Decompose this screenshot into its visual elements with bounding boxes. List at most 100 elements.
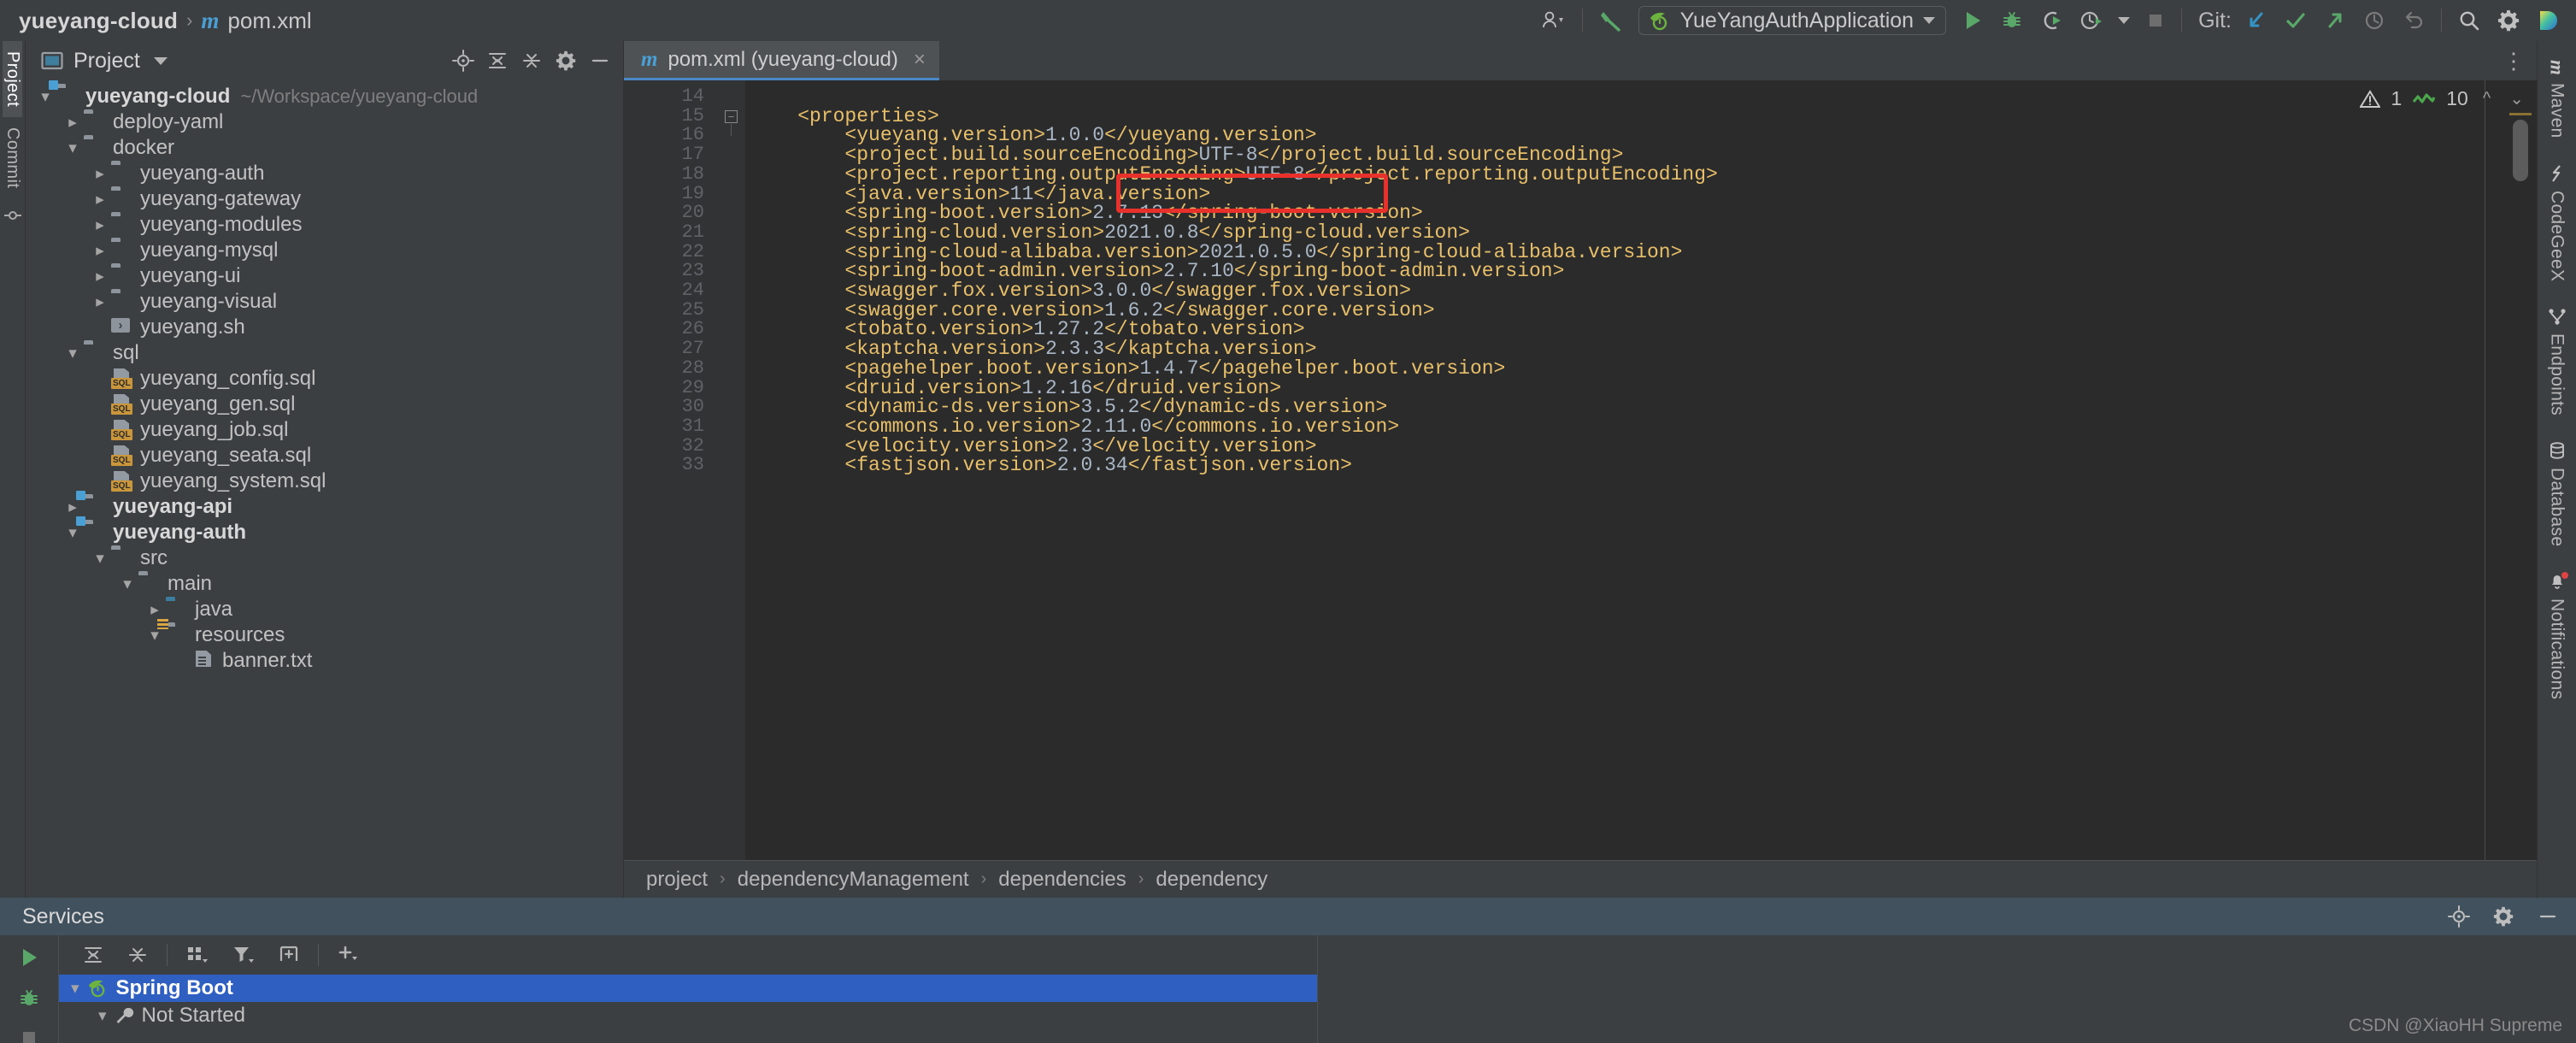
project-file-tree[interactable]: ▾ yueyang-cloud ~/Workspace/yueyang-cloud ▸… — [26, 80, 623, 898]
chevron-right-icon[interactable]: ▸ — [144, 602, 166, 618]
fold-collapse-icon[interactable]: − — [725, 109, 738, 123]
sidebar-item-maven[interactable]: m Maven — [2544, 48, 2570, 150]
chevron-down-icon[interactable]: ▾ — [62, 140, 84, 156]
code-line[interactable]: <swagger.fox.version>3.0.0</swagger.fox.… — [750, 281, 1411, 301]
hide-panel-button[interactable] — [589, 50, 611, 72]
chevron-right-icon[interactable]: ▸ — [62, 115, 84, 131]
chevron-right-icon[interactable]: ▸ — [89, 243, 111, 259]
tree-row[interactable]: SQL yueyang_system.sql — [26, 468, 623, 494]
chevron-right-icon[interactable]: ▸ — [89, 217, 111, 233]
tree-row[interactable]: ▸ java — [26, 597, 623, 622]
profiler-button[interactable] — [2071, 0, 2110, 41]
tree-row[interactable]: ▸ yueyang-api — [26, 491, 623, 520]
code-line[interactable]: <project.build.sourceEncoding>UTF-8</pro… — [750, 145, 1623, 165]
chevron-down-icon[interactable]: ▾ — [89, 551, 111, 567]
services-debug-button[interactable] — [17, 987, 41, 1011]
chevron-down-icon[interactable]: ▾ — [34, 89, 56, 105]
breadcrumb-item[interactable]: dependencyManagement — [738, 868, 969, 892]
tree-row[interactable]: ▾ main — [26, 571, 623, 597]
services-locate-button[interactable] — [2448, 905, 2470, 928]
git-history-button[interactable] — [2355, 0, 2394, 41]
services-tree-row[interactable]: ▾ Spring Boot — [59, 975, 1317, 1002]
tree-row[interactable]: › yueyang.sh — [26, 315, 623, 340]
code-line[interactable]: <dynamic-ds.version>3.5.2</dynamic-ds.ve… — [750, 398, 1387, 417]
tree-row[interactable]: SQL yueyang_gen.sql — [26, 392, 623, 417]
breadcrumb-item[interactable]: project — [646, 868, 708, 892]
services-collapse-all-button[interactable] — [115, 944, 160, 966]
locate-file-button[interactable] — [452, 50, 474, 72]
tree-row[interactable]: ▾ resources — [26, 619, 623, 648]
code-line[interactable]: <kaptcha.version>2.3.3</kaptcha.version> — [750, 339, 1316, 359]
sidebar-item-database[interactable]: Database — [2545, 429, 2569, 558]
code-line[interactable]: <spring-boot-admin.version>2.7.10</sprin… — [750, 262, 1564, 281]
code-line[interactable]: <pagehelper.boot.version>1.4.7</pagehelp… — [750, 358, 1505, 379]
tree-row[interactable]: ▾ yueyang-auth — [26, 516, 623, 545]
debug-button[interactable] — [1992, 0, 2032, 41]
services-stop-button[interactable] — [19, 1028, 39, 1043]
editor-tab-pom-xml[interactable]: m pom.xml (yueyang-cloud) × — [624, 41, 939, 80]
breadcrumb-item[interactable]: dependencies — [998, 868, 1126, 892]
code-line[interactable]: <fastjson.version>2.0.34</fastjson.versi… — [750, 456, 1352, 475]
run-configuration-selector[interactable]: YueYangAuthApplication — [1638, 6, 1947, 35]
chevron-right-icon[interactable]: ▸ — [62, 499, 84, 516]
git-commit-button[interactable] — [2276, 0, 2315, 41]
code-line[interactable]: <commons.io.version>2.11.0</commons.io.v… — [750, 416, 1399, 437]
run-button[interactable] — [1953, 0, 1992, 41]
sidebar-item-project[interactable]: Project — [3, 41, 22, 118]
chevron-down-icon[interactable]: ▾ — [144, 628, 166, 644]
services-hide-button[interactable] — [2537, 905, 2559, 928]
project-settings-button[interactable] — [555, 50, 577, 72]
code-line[interactable]: <swagger.core.version>1.6.2</swagger.cor… — [750, 300, 1434, 321]
tree-row[interactable]: ▾ src — [26, 545, 623, 571]
code-line[interactable]: <spring-cloud.version>2021.0.8</spring-c… — [750, 222, 1470, 243]
chevron-down-icon[interactable]: ⌄ — [2505, 88, 2528, 109]
code-line[interactable]: <velocity.version>2.3</velocity.version> — [750, 436, 1316, 457]
services-group-by-button[interactable] — [174, 944, 221, 966]
chevron-down-icon[interactable]: ▾ — [62, 525, 84, 541]
more-options-icon[interactable]: ⋮ — [2502, 50, 2525, 72]
code-line[interactable]: <properties> — [750, 106, 939, 127]
git-rollback-button[interactable] — [2394, 0, 2433, 41]
services-tree-row[interactable]: ▾ Not Started — [59, 1002, 1317, 1029]
tree-row[interactable]: SQL yueyang_job.sql — [26, 417, 623, 443]
breadcrumb-item[interactable]: dependency — [1156, 868, 1267, 892]
chevron-down-icon[interactable] — [153, 56, 168, 65]
code-line[interactable]: <druid.version>1.2.16</druid.version> — [750, 378, 1281, 398]
expand-all-button[interactable] — [486, 50, 509, 72]
run-with-coverage-button[interactable] — [2032, 0, 2071, 41]
search-everywhere-button[interactable] — [2450, 0, 2489, 41]
editor-breadcrumb-bar[interactable]: project › dependencyManagement › dependencie… — [624, 860, 2537, 898]
tree-row[interactable]: ▸ yueyang-mysql — [26, 238, 623, 263]
close-icon[interactable]: × — [914, 48, 926, 72]
code-line[interactable]: <tobato.version>1.27.2</tobato.version> — [750, 320, 1304, 339]
tree-row[interactable]: ▾ yueyang-cloud ~/Workspace/yueyang-cloud — [26, 80, 623, 109]
breadcrumb-file-name[interactable]: pom.xml — [227, 8, 311, 34]
editor-vertical-scrollbar[interactable] — [2513, 120, 2528, 181]
code-line[interactable]: <project.reporting.outputEncoding>UTF-8<… — [750, 164, 1717, 185]
tree-row[interactable]: ▸ deploy-yaml — [26, 109, 623, 135]
code-area[interactable]: <properties> <yueyang.version>1.0.0</yue… — [745, 80, 2537, 860]
tree-row[interactable]: SQL yueyang_seata.sql — [26, 443, 623, 468]
inspection-widget[interactable]: 1 10 ^ ⌄ — [2360, 87, 2537, 110]
tree-row[interactable]: ▸ yueyang-ui — [26, 263, 623, 289]
code-line[interactable]: <yueyang.version>1.0.0</yueyang.version> — [750, 126, 1316, 145]
profiler-dropdown[interactable] — [2110, 0, 2138, 41]
sidebar-item-commit[interactable]: Commit — [3, 117, 22, 198]
chevron-up-icon[interactable]: ^ — [2479, 89, 2495, 109]
chevron-down-icon[interactable]: ▾ — [98, 1008, 107, 1024]
tree-row[interactable]: ▸ yueyang-modules — [26, 212, 623, 238]
tree-row[interactable]: ▸ yueyang-gateway — [26, 186, 623, 212]
user-settings-button[interactable] — [1533, 0, 1574, 41]
tree-row[interactable]: ▸ yueyang-auth — [26, 161, 623, 186]
code-line[interactable]: <java.version>11</java.version> — [750, 184, 1210, 204]
code-line[interactable]: <spring-cloud-alibaba.version>2021.0.5.0… — [750, 242, 1682, 262]
chevron-right-icon[interactable]: ▸ — [89, 294, 111, 310]
git-push-button[interactable] — [2315, 0, 2355, 41]
chevron-right-icon[interactable]: ▸ — [89, 166, 111, 182]
chevron-down-icon[interactable]: ▾ — [62, 345, 84, 362]
code-line[interactable]: <spring-boot.version>2.7.13</spring-boot… — [750, 203, 1422, 223]
chevron-down-icon[interactable]: ▾ — [71, 981, 79, 997]
tree-row[interactable]: ▾ sql — [26, 340, 623, 366]
services-add-frame-button[interactable] — [267, 944, 311, 966]
sidebar-item-codegeex[interactable]: CodeGeeX — [2545, 152, 2569, 293]
